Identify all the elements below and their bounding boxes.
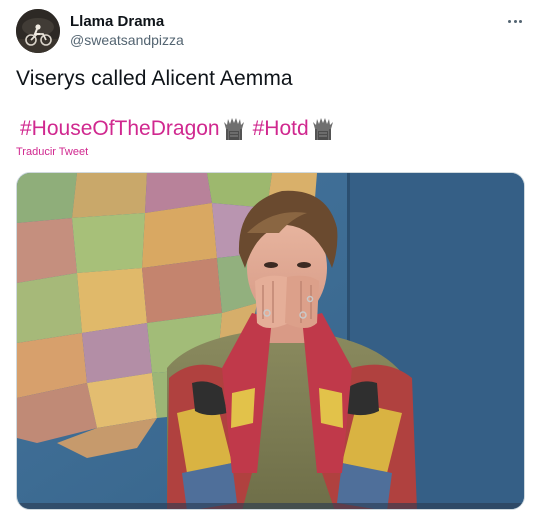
tweet-card: Llama Drama @sweatsandpizza Viserys call… [0, 0, 542, 521]
hashtag-hotd[interactable]: #Hotd [253, 117, 309, 141]
author-handle[interactable]: @sweatsandpizza [70, 32, 184, 48]
tweet-media-image[interactable] [16, 172, 525, 510]
tweet-text: Viserys called Alicent Aemma [16, 67, 293, 90]
avatar[interactable] [16, 9, 60, 53]
more-options-icon[interactable] [502, 10, 528, 32]
translate-tweet-link[interactable]: Traducir Tweet [16, 146, 88, 158]
motorcycle-rider-avatar-icon [16, 9, 60, 53]
hashtag-row: #HouseOfTheDragon #Hotd [20, 117, 342, 141]
hashtag-house-of-the-dragon[interactable]: #HouseOfTheDragon [20, 117, 220, 141]
author-name[interactable]: Llama Drama [70, 13, 164, 30]
media-illustration [17, 173, 524, 509]
iron-throne-icon [223, 118, 244, 140]
iron-throne-icon [312, 118, 333, 140]
